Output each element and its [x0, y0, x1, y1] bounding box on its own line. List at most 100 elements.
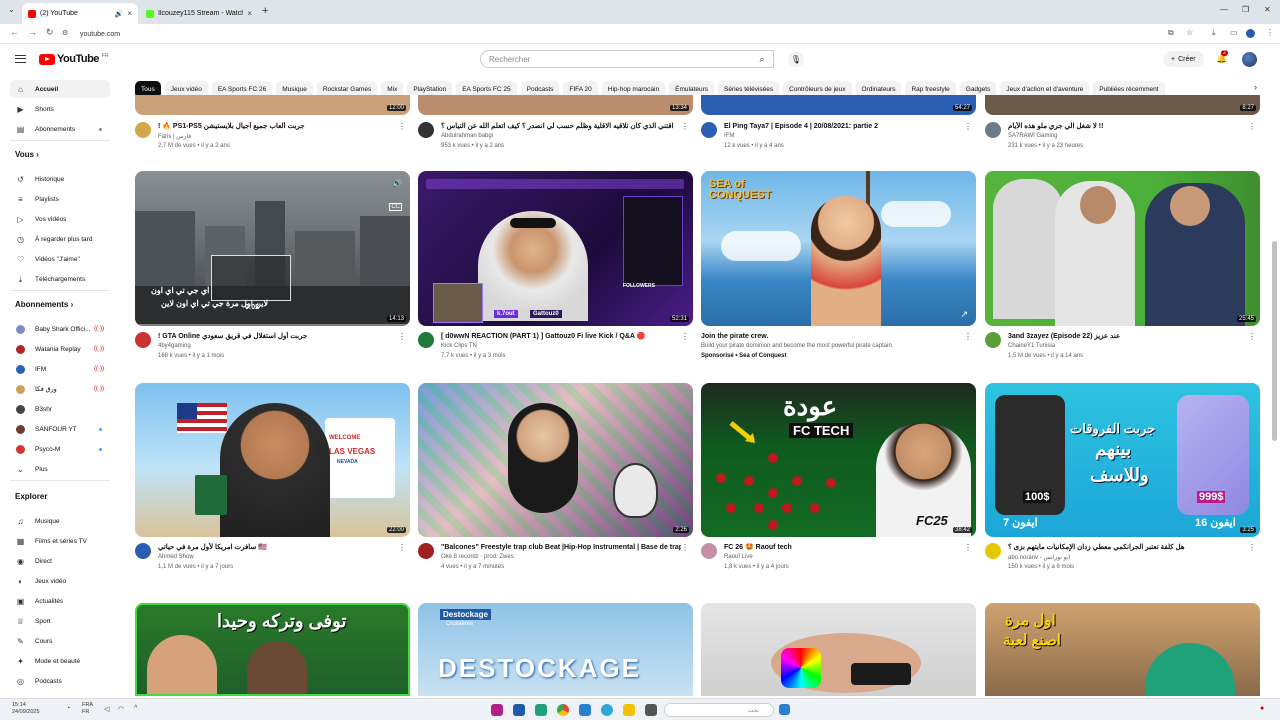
chip-17[interactable]: Jeux d'action et d'aventure: [1000, 81, 1090, 95]
reload-icon[interactable]: ↻: [46, 27, 54, 38]
video-card-row3-2[interactable]: Destockage Croisières DESTOCKAGE: [418, 603, 693, 696]
tab-search-icon[interactable]: ⌄: [8, 5, 15, 14]
voice-search-button[interactable]: 🎙: [788, 51, 804, 67]
video-card-fc-tech[interactable]: عودة FC TECH FC25 38:42: [701, 383, 976, 537]
sidebar-item-subs-3[interactable]: ورق فكا ((·)): [10, 380, 110, 398]
sidebar-item-subs-4[interactable]: B3shr: [10, 400, 110, 418]
edge-icon[interactable]: [601, 704, 613, 716]
video-card-row3-3[interactable]: [701, 603, 976, 696]
search-input[interactable]: Rechercher: [480, 50, 774, 68]
page-scrollbar[interactable]: [1272, 76, 1277, 696]
video-title[interactable]: سافرت امريكا لأول مرة في حياتي 🇺🇸: [158, 543, 398, 552]
chip-8[interactable]: Podcasts: [520, 81, 560, 95]
sidebar-item-main-1[interactable]: ▶ Shorts: [10, 100, 110, 118]
task-view-icon[interactable]: [645, 704, 657, 716]
channel-name[interactable]: Ahmed Show: [158, 554, 194, 560]
channel-avatar[interactable]: [418, 543, 434, 559]
close-tab-icon[interactable]: ×: [127, 9, 132, 18]
sidebar-section-heading[interactable]: Abonnements ›: [15, 300, 73, 309]
video-title[interactable]: El Ping Taya7 | Episode 4 | 20/08/2021: …: [724, 122, 964, 131]
more-options-icon[interactable]: ⋮: [964, 332, 972, 341]
site-info-icon[interactable]: ⚙: [62, 29, 68, 37]
channel-name[interactable]: 4by4gaming: [158, 343, 191, 349]
back-icon[interactable]: ←: [10, 27, 19, 37]
video-card-gta[interactable]: 0:02 اي جي تي اي اون لاين اول مرة جي تي …: [135, 171, 410, 326]
language-indicator[interactable]: FRA FR: [82, 702, 93, 716]
sidebar-item-main-0[interactable]: ⌂ Accueil: [10, 80, 110, 98]
download-icon[interactable]: ⤓: [1212, 28, 1216, 38]
video-card-iphone[interactable]: جربت الفروقات بينهم وللاسف 100$ 999$ ايف…: [985, 383, 1260, 537]
sidebar-section-heading[interactable]: Vous ›: [15, 150, 39, 159]
more-options-icon[interactable]: ⋮: [398, 543, 406, 552]
channel-avatar[interactable]: [135, 543, 151, 559]
sidebar-item-explore-5[interactable]: ♕ Sport: [10, 612, 110, 630]
video-thumbnail[interactable]: عودة FC TECH FC25 38:42: [701, 383, 976, 537]
show-hidden-icon[interactable]: ^: [134, 705, 137, 712]
channel-name[interactable]: Raouf Live: [724, 554, 753, 560]
chip-7[interactable]: EA Sports FC 25: [456, 81, 517, 95]
clock[interactable]: 15:14 24/09/2025: [12, 702, 40, 716]
more-options-icon[interactable]: ⋮: [1248, 543, 1256, 552]
cast-icon[interactable]: ⧉: [1168, 28, 1174, 38]
video-title[interactable]: "Balcones" Freestyle trap club Beat |Hip…: [441, 543, 681, 552]
channel-avatar[interactable]: [985, 332, 1001, 348]
more-options-icon[interactable]: ⋮: [1248, 122, 1256, 131]
video-thumbnail[interactable]: k.7out Gattouz0 FOLLOWERS 52:31: [418, 171, 693, 326]
sidebar-item-explore-0[interactable]: ♫ Musique: [10, 512, 110, 530]
sidebar-item-explore-6[interactable]: ✎ Cours: [10, 632, 110, 650]
video-thumbnail[interactable]: جربت الفروقات بينهم وللاسف 100$ 999$ ايف…: [985, 383, 1260, 537]
video-card-3and-3zayez[interactable]: 25:45: [985, 171, 1260, 326]
app-icon[interactable]: [491, 704, 503, 716]
minimize-icon[interactable]: —: [1220, 5, 1228, 14]
channel-name[interactable]: ChaineY1 Tunisia: [1008, 343, 1055, 349]
more-options-icon[interactable]: ⋮: [681, 332, 689, 341]
video-title[interactable]: FC 26 🤩 Raouf tech: [724, 543, 964, 552]
sidebar-item-explore-2[interactable]: ◉ Direct: [10, 552, 110, 570]
video-thumbnail[interactable]: اول مرة اصنع لعبة: [985, 603, 1260, 696]
channel-avatar[interactable]: [701, 543, 717, 559]
sidebar-item-subs-0[interactable]: Baby Shark Offici... ((·)): [10, 320, 110, 338]
video-thumbnail[interactable]: 13:34: [418, 95, 693, 115]
address-bar[interactable]: youtube.com: [70, 27, 1160, 41]
channel-name[interactable]: Faris | فارس: [158, 133, 191, 140]
app-icon[interactable]: [535, 704, 547, 716]
create-button[interactable]: + Créer: [1163, 51, 1204, 67]
notification-icon[interactable]: ●: [1260, 705, 1264, 712]
volume-icon[interactable]: ◁: [104, 705, 109, 713]
chip-16[interactable]: Gadgets: [959, 81, 997, 95]
ad-card-sea-of-conquest[interactable]: SEA of CONQUEST ↗: [701, 171, 976, 326]
video-card-row3-1[interactable]: توفى وتركه وحيدا: [135, 603, 410, 696]
sidebar-item-you-0[interactable]: ↺ Historique: [10, 170, 110, 188]
sidebar-item-you-1[interactable]: ≡ Playlists: [10, 190, 110, 208]
channel-avatar[interactable]: [135, 332, 151, 348]
video-thumbnail[interactable]: 0:02 اي جي تي اي اون لاين اول مرة جي تي …: [135, 171, 410, 326]
chip-3[interactable]: Musique: [276, 81, 313, 95]
video-thumbnail[interactable]: 25:45: [985, 171, 1260, 326]
sidebar-item-explore-1[interactable]: ▦ Films et séries TV: [10, 532, 110, 550]
notifications-button[interactable]: 🔔 2: [1216, 50, 1228, 64]
more-options-icon[interactable]: ⋮: [964, 543, 972, 552]
menu-icon[interactable]: [15, 55, 26, 63]
channel-avatar[interactable]: [135, 122, 151, 138]
search-button[interactable]: ⌕: [750, 50, 774, 68]
progress-track[interactable]: [135, 324, 410, 326]
sidebar-item-you-3[interactable]: ◷ À regarder plus tard: [10, 230, 110, 248]
browser-menu-icon[interactable]: ⋮: [1266, 28, 1274, 37]
tab-youtube[interactable]: (2) YouTube 🔊 ×: [22, 3, 138, 24]
chevron-right-icon[interactable]: ›: [1254, 82, 1257, 92]
file-explorer-icon[interactable]: [623, 704, 635, 716]
chip-15[interactable]: Rap freestyle: [905, 81, 956, 95]
more-options-icon[interactable]: ⋮: [398, 332, 406, 341]
chip-14[interactable]: Ordinateurs: [855, 81, 902, 95]
video-thumbnail[interactable]: 2:26: [418, 383, 693, 537]
channel-name[interactable]: abo.noranv - ابو نورانس: [1008, 554, 1070, 561]
channel-name[interactable]: Build your pirate dominion and become th…: [701, 343, 893, 349]
sidebar-item-explore-8[interactable]: ◎ Podcasts: [10, 672, 110, 690]
channel-avatar[interactable]: [985, 122, 1001, 138]
video-thumbnail[interactable]: WELCOME LAS VEGAS NEVADA 22:00: [135, 383, 410, 537]
channel-name[interactable]: IFM: [724, 133, 734, 139]
sidebar-item-subs-7[interactable]: ⌄ Plus: [10, 460, 110, 478]
more-options-icon[interactable]: ⋮: [398, 122, 406, 131]
chip-0[interactable]: Tous: [135, 81, 161, 95]
video-thumbnail[interactable]: 12:00: [135, 95, 410, 115]
